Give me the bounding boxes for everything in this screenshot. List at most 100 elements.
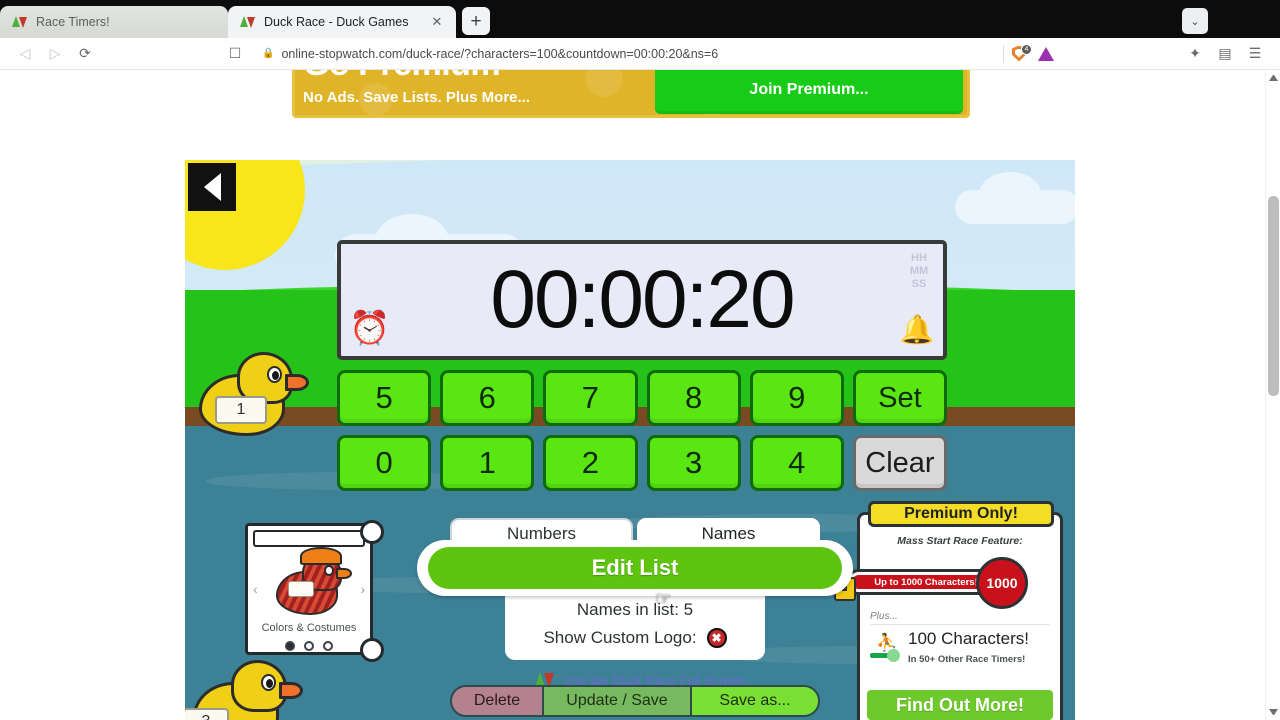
browser-toolbar: ◁ ▷ ⟳ ☐ 🔒 online-stopwatch.com/duck-race… — [0, 38, 1280, 70]
join-premium-button[interactable]: Join Premium... — [655, 70, 963, 114]
key-4[interactable]: 4 — [749, 435, 844, 491]
site-favicon-icon — [240, 14, 256, 30]
keypad-row-top: 5 6 7 8 9 Set — [337, 370, 948, 426]
back-icon[interactable]: ◁ — [10, 41, 40, 67]
shield-badge-count: 4 — [1021, 43, 1032, 55]
brave-rewards-icon[interactable] — [1038, 46, 1054, 61]
close-icon[interactable]: ✕ — [428, 13, 446, 31]
duck-number-tag: 1 — [215, 396, 267, 424]
page-curl-icon — [360, 520, 384, 544]
key-1[interactable]: 1 — [440, 435, 535, 491]
find-out-more-button[interactable]: Find Out More! — [867, 690, 1053, 720]
toolbar-divider — [1003, 44, 1004, 63]
show-custom-logo-row: Show Custom Logo: ✖ — [505, 624, 765, 652]
alarm-clock-icon[interactable]: ⏰ — [349, 308, 390, 348]
edit-list-container: Edit List — [417, 540, 853, 596]
key-6[interactable]: 6 — [440, 370, 535, 426]
costume-next-icon[interactable]: › — [360, 581, 365, 597]
duck-race-stage: △△ 1 3 ⏰ — [185, 160, 1075, 720]
bookmark-icon[interactable]: ☐ — [220, 41, 250, 67]
toolbar-right-icons: 4 ✦ ▤ ☰ — [999, 41, 1270, 67]
key-0[interactable]: 0 — [337, 435, 432, 491]
promo-title: Go Premium — [303, 70, 501, 84]
scroll-up-icon[interactable] — [1269, 75, 1278, 81]
lock-icon: 🔒 — [262, 48, 275, 59]
back-button[interactable] — [188, 163, 236, 211]
costume-title-bar — [253, 530, 365, 547]
race-duck: 1 — [199, 352, 309, 438]
characters-feature-text: 100 Characters! In 50+ Other Race Timers… — [908, 629, 1029, 667]
show-custom-logo-label: Show Custom Logo: — [543, 628, 697, 647]
colors-costumes-widget[interactable]: ‹ › Colors & Costumes — [245, 520, 384, 662]
clear-button[interactable]: Clear — [852, 435, 948, 491]
cloud-icon — [955, 172, 1075, 224]
tab-title: Duck Race - Duck Games — [264, 15, 409, 29]
left-arrow-icon — [203, 173, 221, 201]
promo-subtitle: No Ads. Save Lists. Plus More... — [303, 89, 531, 106]
dot-indicator[interactable] — [323, 641, 333, 651]
reload-icon[interactable]: ⟳ — [70, 41, 100, 67]
characters-meter: Up to 1000 Characters! 1000 — [834, 555, 1058, 609]
other-timers-label: In 50+ Other Race Timers! — [908, 654, 1026, 665]
url-text: online-stopwatch.com/duck-race/?characte… — [281, 46, 719, 61]
browser-tab-race-timers[interactable]: Race Timers! — [0, 6, 228, 38]
key-7[interactable]: 7 — [543, 370, 638, 426]
costume-duck-icon — [274, 547, 352, 615]
edit-list-button[interactable]: Edit List — [428, 547, 842, 589]
delete-button[interactable]: Delete — [452, 687, 544, 715]
costume-pagination-dots — [248, 641, 370, 651]
countdown-timer-panel[interactable]: ⏰ 00:00:20 HH MM SS 🔔 — [337, 240, 947, 360]
tab-strip: Race Timers! Duck Race - Duck Games ✕ + … — [0, 0, 1280, 38]
forward-icon[interactable]: ▷ — [40, 41, 70, 67]
mass-start-feature-label: Mass Start Race Feature: — [897, 535, 1023, 547]
timer-left-controls: ⏰ — [341, 244, 403, 356]
key-8[interactable]: 8 — [646, 370, 741, 426]
race-duck: 3 — [185, 660, 303, 720]
chevron-down-icon[interactable]: ⌄ — [1182, 8, 1208, 34]
numeric-keypad: 5 6 7 8 9 Set 0 1 2 3 4 Clear — [337, 370, 948, 500]
premium-only-header: Premium Only! — [868, 501, 1054, 527]
characters-count-label: 100 Characters! — [908, 629, 1029, 648]
key-2[interactable]: 2 — [543, 435, 638, 491]
timer-right-controls: HH MM SS 🔔 — [881, 244, 943, 356]
page-curl-icon — [360, 638, 384, 662]
list-action-buttons: Delete Update / Save Save as... — [450, 685, 820, 717]
characters-feature-row: ⛹ 100 Characters! In 50+ Other Race Time… — [860, 625, 1060, 667]
save-as-button[interactable]: Save as... — [692, 687, 818, 715]
scroll-down-icon[interactable] — [1269, 709, 1278, 715]
scrollbar-thumb[interactable] — [1268, 196, 1279, 396]
browser-tab-duck-race[interactable]: Duck Race - Duck Games ✕ — [228, 6, 456, 38]
dot-indicator[interactable] — [285, 641, 295, 651]
duck-eye-icon — [261, 674, 276, 691]
names-in-list-label: Names in list: 5 — [576, 600, 694, 619]
time-format-label: HH MM SS — [909, 252, 929, 290]
key-9[interactable]: 9 — [749, 370, 844, 426]
custom-logo-toggle-icon[interactable]: ✖ — [706, 628, 727, 648]
update-save-button[interactable]: Update / Save — [544, 687, 692, 715]
set-button[interactable]: Set — [852, 370, 948, 426]
timer-display: 00:00:20 — [490, 254, 795, 345]
duck-number-tag: 3 — [185, 708, 229, 720]
brave-shield-icon[interactable]: 4 — [1008, 43, 1032, 64]
wallet-icon[interactable]: ▤ — [1210, 41, 1240, 67]
dot-indicator[interactable] — [304, 641, 314, 651]
bell-icon[interactable]: 🔔 — [897, 310, 937, 350]
duck-beak-icon — [285, 374, 309, 391]
costume-preview: ‹ › — [248, 547, 370, 621]
new-tab-button[interactable]: + — [462, 7, 490, 35]
menu-icon[interactable]: ☰ — [1240, 41, 1270, 67]
list-info-card: Names in list: 5 Show Custom Logo: ✖ — [505, 592, 765, 660]
costume-label: Colors & Costumes — [261, 622, 357, 634]
key-5[interactable]: 5 — [337, 370, 432, 426]
costume-prev-icon[interactable]: ‹ — [253, 581, 258, 597]
extensions-icon[interactable]: ✦ — [1180, 41, 1210, 67]
page-scrollbar[interactable] — [1265, 70, 1280, 720]
browser-chrome: Race Timers! Duck Race - Duck Games ✕ + … — [0, 0, 1280, 70]
runner-icon: ⛹ — [870, 633, 900, 663]
premium-promo-banner[interactable]: Go Premium No Ads. Save Lists. Plus More… — [292, 70, 970, 118]
mouse-cursor-icon: ☞ — [655, 589, 673, 610]
address-bar[interactable]: 🔒 online-stopwatch.com/duck-race/?charac… — [254, 41, 993, 66]
page-viewport: Go Premium No Ads. Save Lists. Plus More… — [0, 70, 1280, 720]
key-3[interactable]: 3 — [646, 435, 741, 491]
duck-eye-icon — [267, 366, 282, 383]
